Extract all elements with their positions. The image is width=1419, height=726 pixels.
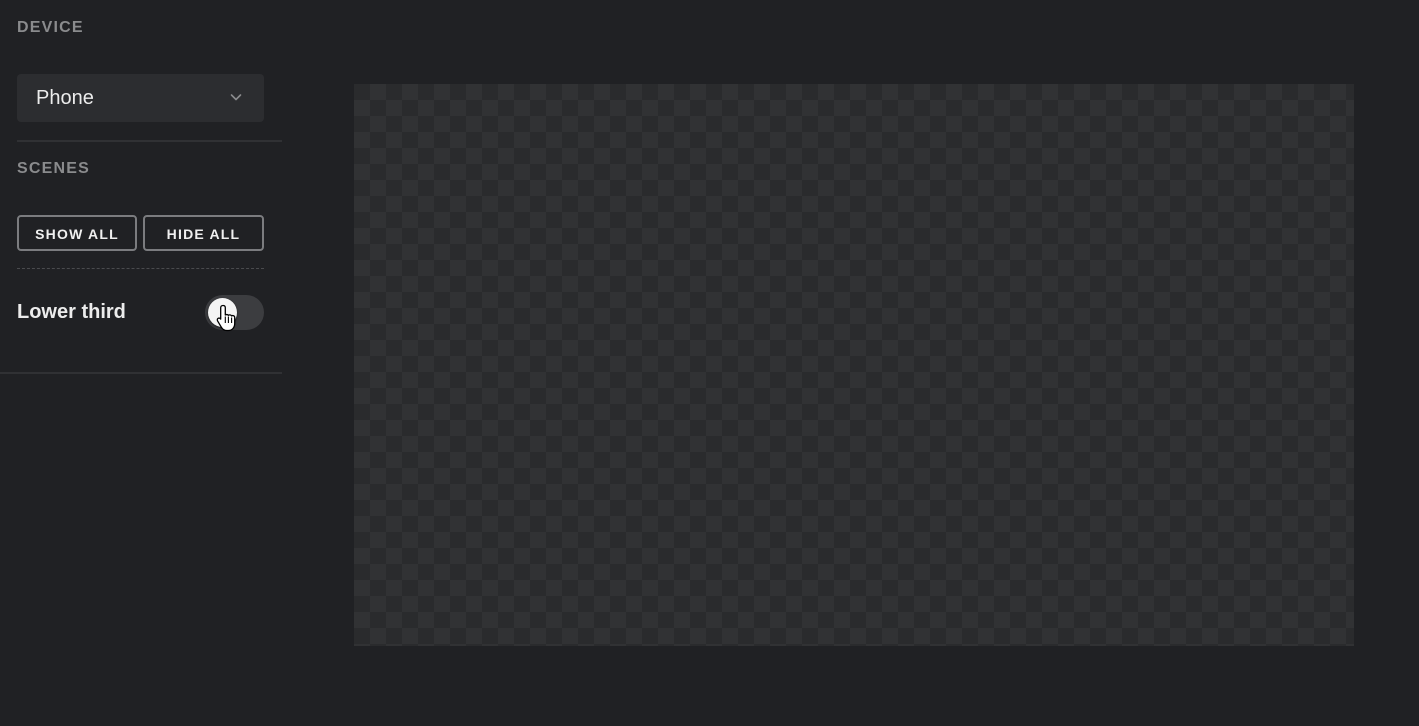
toggle-knob [208, 298, 237, 327]
divider [0, 372, 282, 374]
hide-all-button[interactable]: HIDE ALL [143, 215, 264, 251]
preview-canvas [354, 84, 1354, 646]
scenes-heading: SCENES [17, 160, 90, 177]
dashed-divider [17, 268, 264, 269]
device-select[interactable]: Phone [17, 74, 264, 122]
device-heading: DEVICE [17, 19, 84, 36]
sidebar: DEVICE Phone SCENES SHOW ALL HIDE ALL Lo… [0, 0, 282, 726]
show-all-button[interactable]: SHOW ALL [17, 215, 137, 251]
scene-toggle[interactable] [205, 295, 264, 330]
chevron-down-icon [230, 94, 242, 101]
scene-row-lower-third: Lower third [17, 292, 264, 332]
device-select-value: Phone [36, 87, 94, 109]
app-root: DEVICE Phone SCENES SHOW ALL HIDE ALL Lo… [0, 0, 1419, 726]
divider [17, 140, 282, 142]
scene-label: Lower third [17, 301, 126, 323]
